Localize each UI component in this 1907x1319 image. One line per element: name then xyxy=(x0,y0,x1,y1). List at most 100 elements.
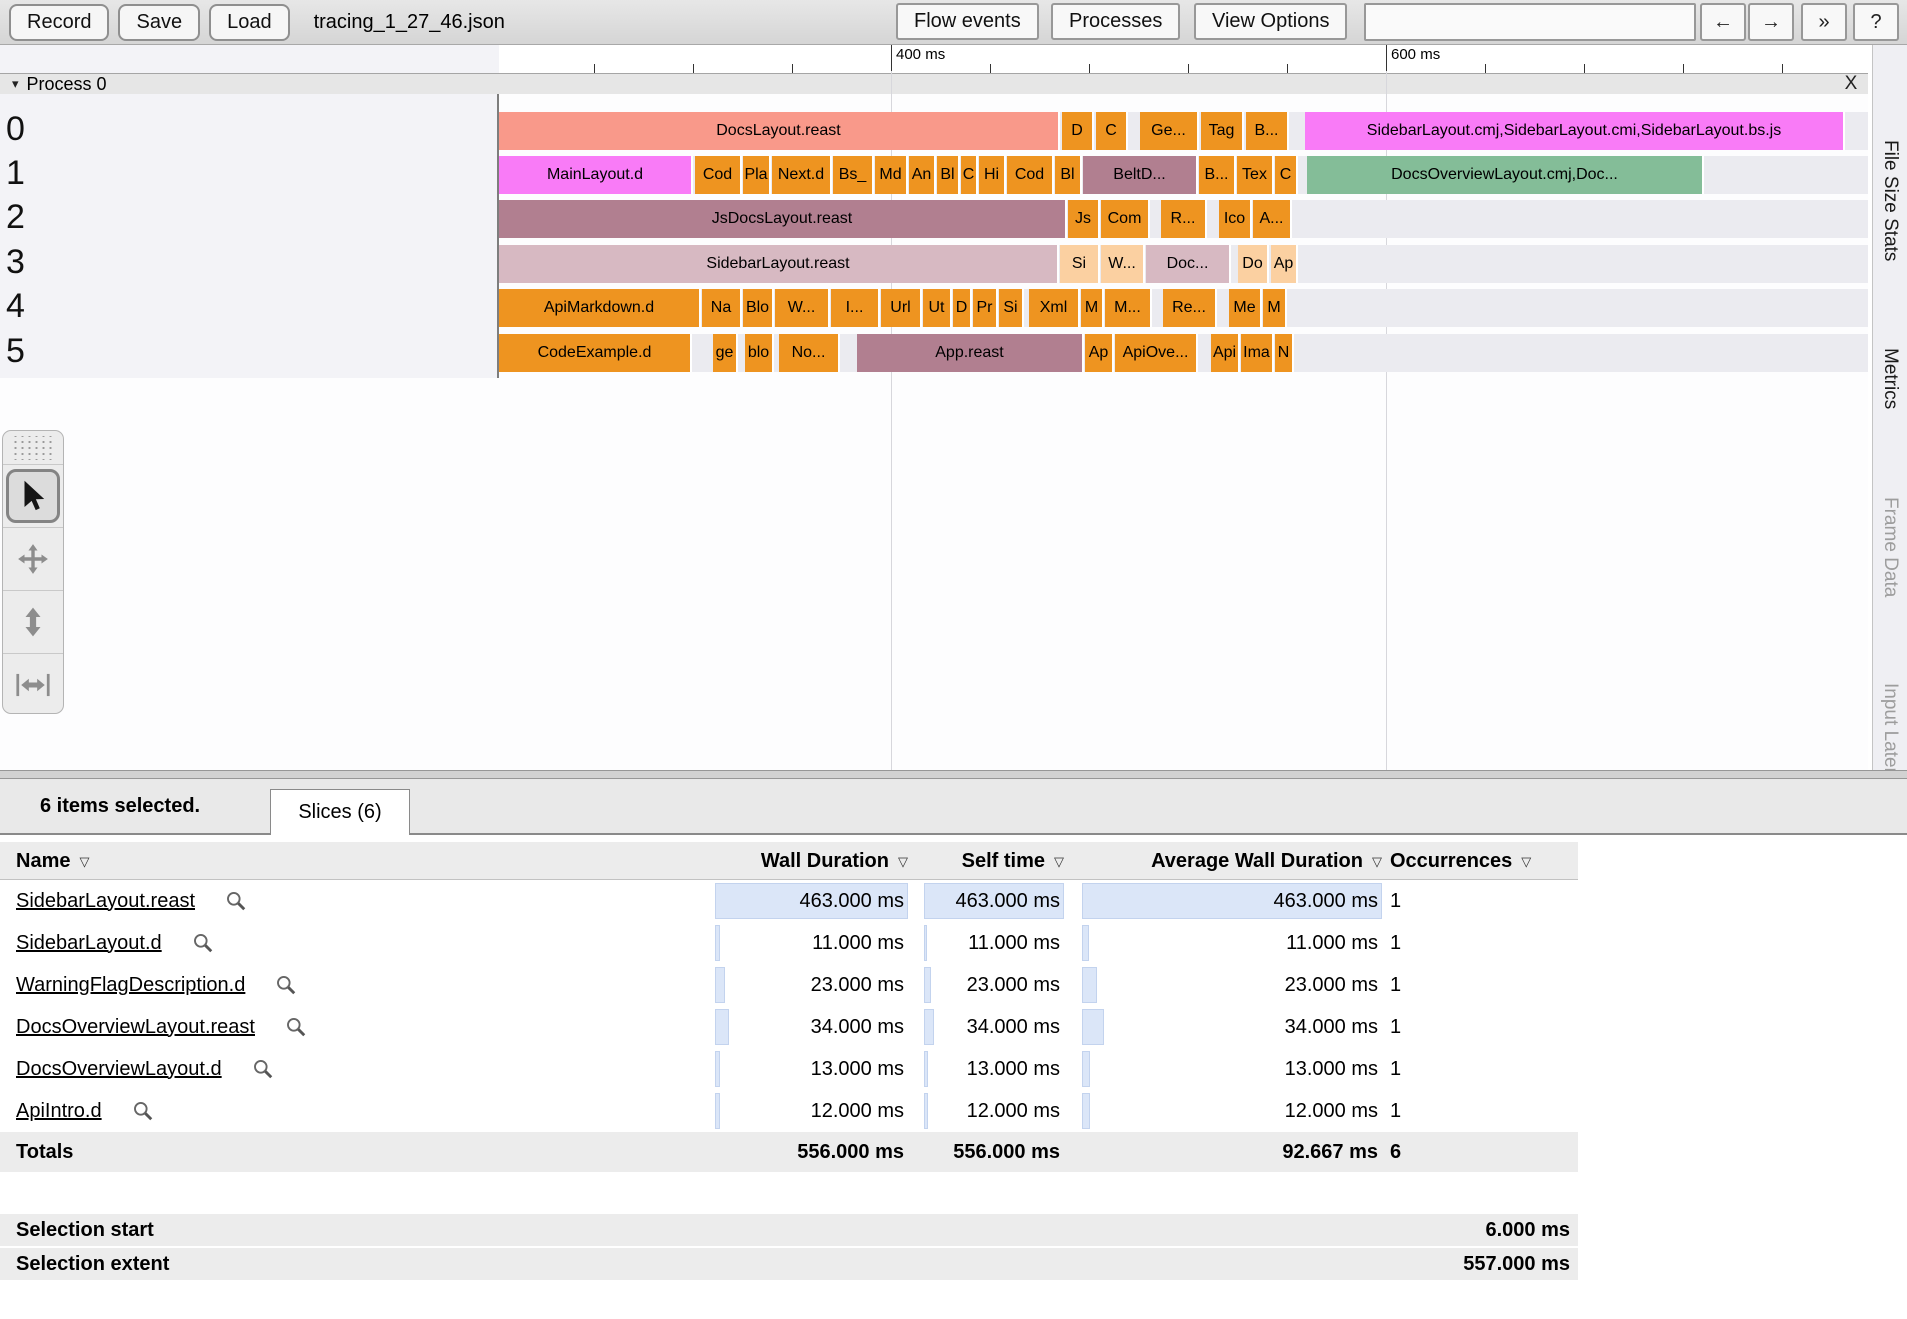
slice-name-link[interactable]: WarningFlagDescription.d xyxy=(16,974,245,997)
trace-slice[interactable]: blo xyxy=(745,334,774,372)
trace-slice[interactable]: W... xyxy=(1101,245,1145,283)
magnifier-icon[interactable] xyxy=(252,1058,274,1080)
find-next-button[interactable]: → xyxy=(1748,3,1794,41)
trace-slice[interactable]: M xyxy=(1081,289,1104,327)
slice-name-link[interactable]: DocsOverviewLayout.d xyxy=(16,1058,222,1081)
trace-slice[interactable]: A... xyxy=(1253,200,1292,238)
trace-slice[interactable]: C xyxy=(961,156,978,194)
trace-slice[interactable]: Hi xyxy=(979,156,1006,194)
trace-slice[interactable]: C xyxy=(1096,112,1128,150)
trace-slice[interactable]: Do xyxy=(1238,245,1269,283)
trace-slice[interactable]: Ima xyxy=(1241,334,1274,372)
trace-slice[interactable]: Tag xyxy=(1201,112,1244,150)
trace-slice[interactable]: SidebarLayout.cmj,SidebarLayout.cmi,Side… xyxy=(1305,112,1845,150)
palette-grip-handle[interactable] xyxy=(10,436,56,460)
selection-tool-button[interactable] xyxy=(3,464,63,527)
trace-slice[interactable]: M... xyxy=(1105,289,1152,327)
timing-tool-button[interactable] xyxy=(3,653,63,714)
trace-slice[interactable]: Pr xyxy=(973,289,998,327)
slice-name-link[interactable]: SidebarLayout.d xyxy=(16,932,162,955)
flow-events-button[interactable]: Flow events xyxy=(896,3,1039,40)
trace-slice[interactable]: D xyxy=(1062,112,1094,150)
magnifier-icon[interactable] xyxy=(225,890,247,912)
trace-slice[interactable]: Doc... xyxy=(1146,245,1231,283)
trace-slice[interactable]: Ap xyxy=(1085,334,1114,372)
sidebar-tab-frame-data[interactable]: Frame Data xyxy=(1879,497,1901,597)
sidebar-tab-input-latency[interactable]: Input Latency xyxy=(1879,683,1901,770)
trace-slice[interactable]: Bl xyxy=(1055,156,1082,194)
track-row[interactable]: MainLayout.dCodPlaNext.dBs_MdAnBlCHiCodB… xyxy=(499,156,1868,194)
trace-slice[interactable]: Pla xyxy=(743,156,771,194)
expand-toolbar-button[interactable]: » xyxy=(1801,3,1847,41)
trace-slice[interactable]: Ge... xyxy=(1140,112,1199,150)
trace-slice[interactable]: Bl xyxy=(937,156,960,194)
trace-slice[interactable]: Xml xyxy=(1029,289,1080,327)
trace-slice[interactable]: ApiOve... xyxy=(1115,334,1198,372)
trace-slice[interactable]: DocsLayout.reast xyxy=(499,112,1060,150)
slice-name-link[interactable]: ApiIntro.d xyxy=(16,1100,102,1123)
trace-slice[interactable]: SidebarLayout.reast xyxy=(499,245,1059,283)
view-options-button[interactable]: View Options xyxy=(1194,3,1347,40)
time-ruler[interactable]: 400 ms600 ms xyxy=(499,45,1868,73)
trace-slice[interactable]: Si xyxy=(999,289,1024,327)
slice-name-link[interactable]: SidebarLayout.reast xyxy=(16,890,195,913)
trace-slice[interactable]: Bs_ xyxy=(833,156,874,194)
trace-canvas[interactable]: 0DocsLayout.reastDCGe...TagB...SidebarLa… xyxy=(0,94,1868,770)
trace-slice[interactable]: C xyxy=(1275,156,1298,194)
trace-slice[interactable]: Na xyxy=(702,289,742,327)
pan-tool-button[interactable] xyxy=(3,527,63,590)
trace-slice[interactable]: ge xyxy=(713,334,738,372)
magnifier-icon[interactable] xyxy=(275,974,297,996)
slice-name-link[interactable]: DocsOverviewLayout.reast xyxy=(16,1016,255,1039)
column-header-name[interactable]: Name▽ xyxy=(16,842,89,880)
column-header-occurrences[interactable]: Occurrences▽ xyxy=(1390,842,1531,880)
trace-slice[interactable]: Com xyxy=(1101,200,1150,238)
sidebar-tab-file-size-stats[interactable]: File Size Stats xyxy=(1879,140,1901,261)
processes-button[interactable]: Processes xyxy=(1051,3,1180,40)
trace-slice[interactable]: Ut xyxy=(923,289,952,327)
trace-slice[interactable]: App.reast xyxy=(857,334,1084,372)
trace-slice[interactable]: Ico xyxy=(1219,200,1252,238)
table-row[interactable]: DocsOverviewLayout.d 13.000 ms 13.000 ms… xyxy=(0,1048,1578,1090)
magnifier-icon[interactable] xyxy=(192,932,214,954)
trace-slice[interactable]: JsDocsLayout.reast xyxy=(499,200,1067,238)
trace-slice[interactable]: B... xyxy=(1246,112,1289,150)
trace-slice[interactable]: MainLayout.d xyxy=(499,156,693,194)
trace-slice[interactable]: Si xyxy=(1060,245,1100,283)
trace-slice[interactable]: Url xyxy=(881,289,922,327)
trace-slice[interactable]: Blo xyxy=(743,289,774,327)
trace-slice[interactable]: BeltD... xyxy=(1083,156,1198,194)
record-button[interactable]: Record xyxy=(9,4,109,41)
trace-slice[interactable]: Re... xyxy=(1163,289,1217,327)
table-row[interactable]: SidebarLayout.d 11.000 ms 11.000 ms 11.0… xyxy=(0,922,1578,964)
tab-slices[interactable]: Slices (6) xyxy=(270,789,410,835)
trace-slice[interactable]: D xyxy=(953,289,972,327)
trace-slice[interactable]: Cod xyxy=(695,156,742,194)
trace-slice[interactable]: Tex xyxy=(1237,156,1274,194)
trace-slice[interactable]: Next.d xyxy=(772,156,832,194)
help-button[interactable]: ? xyxy=(1853,3,1899,41)
trace-slice[interactable]: ApiMarkdown.d xyxy=(499,289,701,327)
zoom-tool-button[interactable] xyxy=(3,590,63,653)
trace-slice[interactable]: DocsOverviewLayout.cmj,Doc... xyxy=(1307,156,1704,194)
trace-slice[interactable]: B... xyxy=(1199,156,1236,194)
process-header[interactable]: ▾ Process 0 xyxy=(0,73,1868,94)
save-button[interactable]: Save xyxy=(118,4,200,41)
search-input[interactable] xyxy=(1364,3,1696,41)
load-button[interactable]: Load xyxy=(209,4,290,41)
find-previous-button[interactable]: ← xyxy=(1700,3,1746,41)
magnifier-icon[interactable] xyxy=(285,1016,307,1038)
table-row[interactable]: DocsOverviewLayout.reast 34.000 ms 34.00… xyxy=(0,1006,1578,1048)
collapse-arrow-icon[interactable]: ▾ xyxy=(12,76,19,92)
track-row[interactable]: SidebarLayout.reastSiW...Doc...DoAp xyxy=(499,245,1868,283)
trace-slice[interactable]: Ap xyxy=(1271,245,1298,283)
column-header-average-wall-duration[interactable]: Average Wall Duration▽ xyxy=(1000,842,1382,880)
trace-slice[interactable]: R... xyxy=(1161,200,1207,238)
trace-slice[interactable]: Js xyxy=(1068,200,1100,238)
trace-slice[interactable]: I... xyxy=(831,289,880,327)
trace-slice[interactable]: CodeExample.d xyxy=(499,334,692,372)
track-row[interactable]: JsDocsLayout.reastJsCom R... IcoA... xyxy=(499,200,1868,238)
track-row[interactable]: ApiMarkdown.dNaBloW...I...UrlUtDPrSiXmlM… xyxy=(499,289,1868,327)
trace-slice[interactable]: Me xyxy=(1229,289,1262,327)
track-row[interactable]: DocsLayout.reastDC Ge...TagB... SidebarLay… xyxy=(499,112,1868,150)
